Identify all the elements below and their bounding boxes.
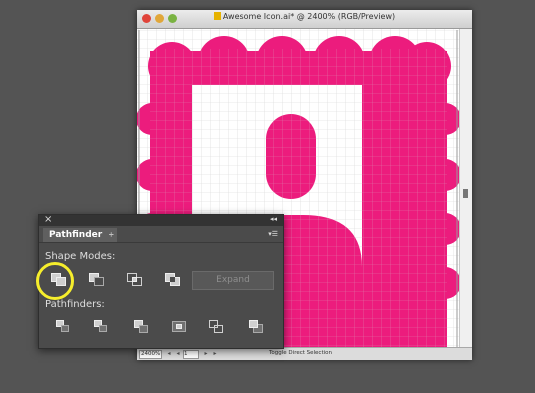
panel-divider xyxy=(39,242,283,243)
intersect-button[interactable] xyxy=(127,273,143,287)
status-text[interactable]: Toggle Direct Selection xyxy=(269,350,332,357)
minus-back-button[interactable] xyxy=(249,320,265,334)
pathfinders-label: Pathfinders: xyxy=(45,299,105,310)
panel-close-icon[interactable]: × xyxy=(44,214,52,225)
window-title: Awesome Icon.ai* @ 2400% (RGB/Preview) xyxy=(137,12,472,21)
scroll-thumb[interactable] xyxy=(463,189,468,198)
minus-front-button[interactable] xyxy=(89,273,105,287)
previous-page-icon[interactable]: ◂ xyxy=(173,350,183,357)
shape-modes-label: Shape Modes: xyxy=(45,251,116,262)
crop-button[interactable] xyxy=(172,320,188,334)
expand-button[interactable]: Expand xyxy=(192,271,274,290)
last-page-icon[interactable]: ▸ xyxy=(210,350,220,357)
outline-button[interactable] xyxy=(209,320,225,334)
page-number-field[interactable]: 1 xyxy=(183,350,199,359)
trim-button[interactable] xyxy=(94,320,110,334)
zoom-level-field[interactable]: 2400% xyxy=(139,350,162,359)
panel-collapse-icon[interactable]: ◂◂ xyxy=(270,215,277,223)
panel-header[interactable]: × ◂◂ xyxy=(39,214,283,226)
unite-button[interactable] xyxy=(51,273,67,287)
exclude-button[interactable] xyxy=(165,273,181,287)
window-titlebar[interactable]: Awesome Icon.ai* @ 2400% (RGB/Preview) xyxy=(137,10,472,29)
divide-button[interactable] xyxy=(56,320,72,334)
panel-menu-icon[interactable]: ▾☰ xyxy=(268,230,278,238)
document-icon xyxy=(213,12,221,20)
tab-pathfinder[interactable]: Pathfinder ÷ xyxy=(43,228,118,242)
vertical-scrollbar[interactable] xyxy=(459,29,472,348)
merge-button[interactable] xyxy=(134,320,150,334)
tab-options-icon[interactable]: ÷ xyxy=(108,228,114,242)
pathfinder-panel: × ◂◂ Pathfinder ÷ ▾☰ Shape Modes: Expand… xyxy=(38,214,284,349)
person-icon-head[interactable] xyxy=(266,114,316,199)
tab-pathfinder-label: Pathfinder xyxy=(49,230,103,240)
